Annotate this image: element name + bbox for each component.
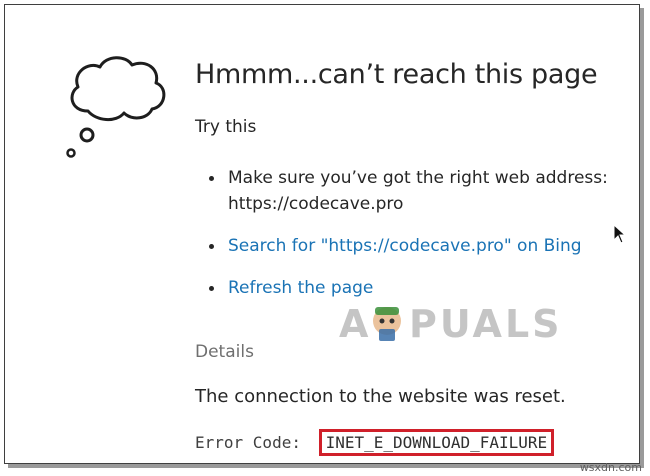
svg-text:PUALS: PUALS — [409, 302, 563, 346]
details-heading: Details — [195, 342, 254, 362]
list-item: Make sure you’ve got the right web addre… — [194, 165, 614, 217]
browser-error-page: Hmmm...can’t reach this page Try this Ma… — [4, 4, 640, 464]
list-item: Search for "https://codecave.pro" on Bin… — [194, 233, 614, 259]
list-item: Refresh the page — [194, 275, 614, 301]
suggestion-list: Make sure you’ve got the right web addre… — [194, 165, 614, 301]
address-suggestion-text: Make sure you’ve got the right web addre… — [228, 168, 608, 188]
search-on-bing-link[interactable]: Search for "https://codecave.pro" on Bin… — [228, 236, 582, 256]
page-title: Hmmm...can’t reach this page — [195, 59, 598, 90]
bullet-icon — [209, 176, 214, 181]
site-watermark: wsxdn.com — [579, 461, 642, 474]
appuals-watermark: A PUALS — [339, 299, 599, 357]
details-message: The connection to the website was reset. — [195, 386, 566, 407]
error-code-label: Error Code: — [195, 433, 301, 452]
thought-cloud-icon — [66, 56, 166, 158]
bullet-icon — [209, 244, 214, 249]
error-code-value: INET_E_DOWNLOAD_FAILURE — [318, 429, 555, 456]
try-this-heading: Try this — [195, 117, 257, 137]
mouse-pointer-icon — [613, 224, 627, 244]
refresh-page-link[interactable]: Refresh the page — [228, 278, 373, 298]
bullet-icon — [209, 286, 214, 291]
error-code-row: Error Code: INET_E_DOWNLOAD_FAILURE — [195, 429, 555, 456]
address-url-text: https://codecave.pro — [228, 194, 404, 214]
svg-text:A: A — [339, 302, 371, 346]
appuals-logo-icon: A PUALS — [339, 302, 563, 346]
